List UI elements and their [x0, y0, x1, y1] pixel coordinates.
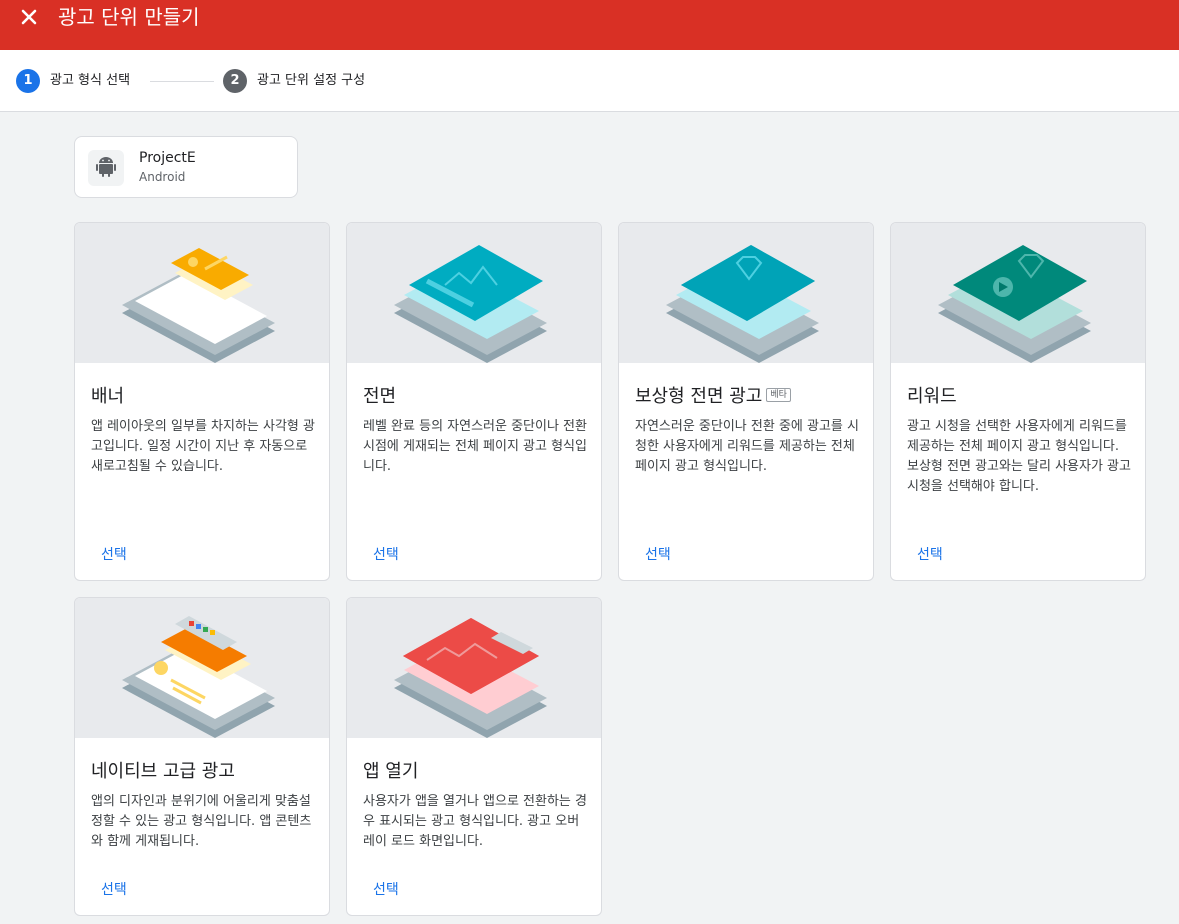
- top-app-bar: 광고 단위 만들기: [0, 0, 1179, 50]
- step-2-label: 광고 단위 설정 구성: [257, 73, 366, 88]
- select-button[interactable]: 선택: [645, 544, 671, 564]
- format-description: 자연스러운 중단이나 전환 중에 광고를 시청한 사용자에게 리워드를 제공하는…: [635, 419, 859, 474]
- app-platform: Android: [139, 170, 186, 184]
- format-title: 리워드: [907, 386, 957, 407]
- step-1-label: 광고 형식 선택: [50, 73, 131, 88]
- app-chip: ProjectE Android: [74, 136, 298, 198]
- native-illustration: [75, 598, 329, 738]
- select-button[interactable]: 선택: [101, 544, 127, 564]
- step-1-number: 1: [16, 69, 40, 93]
- format-title: 배너: [91, 386, 125, 407]
- select-button[interactable]: 선택: [101, 879, 127, 899]
- step-2-number: 2: [223, 69, 247, 93]
- format-card-rewarded[interactable]: 리워드 광고 시청을 선택한 사용자에게 리워드를 제공하는 전체 페이지 광고…: [890, 222, 1146, 581]
- page-title: 광고 단위 만들기: [58, 5, 200, 29]
- format-card-rewarded-interstitial[interactable]: 보상형 전면 광고 베타 자연스러운 중단이나 전환 중에 광고를 시청한 사용자…: [618, 222, 874, 581]
- close-icon[interactable]: [18, 6, 40, 28]
- app-open-illustration: [347, 598, 601, 738]
- format-description: 레벨 완료 등의 자연스러운 중단이나 전환 시점에 게재되는 전체 페이지 광…: [363, 419, 587, 474]
- format-card-native[interactable]: 네이티브 고급 광고 앱의 디자인과 분위기에 어울리게 맞춤설정할 수 있는 …: [74, 597, 330, 916]
- format-card-interstitial[interactable]: 전면 레벨 완료 등의 자연스러운 중단이나 전환 시점에 게재되는 전체 페이…: [346, 222, 602, 581]
- android-icon: [88, 150, 124, 186]
- format-description: 앱의 디자인과 분위기에 어울리게 맞춤설정할 수 있는 광고 형식입니다. 앱…: [91, 794, 312, 849]
- banner-illustration: [75, 223, 329, 363]
- select-button[interactable]: 선택: [917, 544, 943, 564]
- format-description: 광고 시청을 선택한 사용자에게 리워드를 제공하는 전체 페이지 광고 형식입…: [907, 419, 1131, 494]
- stepper: 1 광고 형식 선택 2 광고 단위 설정 구성: [0, 50, 1179, 112]
- rewarded-interstitial-illustration: [619, 223, 873, 363]
- format-card-app-open[interactable]: 앱 열기 사용자가 앱을 열거나 앱으로 전환하는 경우 표시되는 광고 형식입…: [346, 597, 602, 916]
- beta-badge: 베타: [766, 388, 791, 402]
- interstitial-illustration: [347, 223, 601, 363]
- format-title: 앱 열기: [363, 761, 419, 782]
- format-card-banner[interactable]: 배너 앱 레이아웃의 일부를 차지하는 사각형 광고입니다. 일정 시간이 지난…: [74, 222, 330, 581]
- select-button[interactable]: 선택: [373, 544, 399, 564]
- app-name: ProjectE: [139, 150, 196, 166]
- format-description: 사용자가 앱을 열거나 앱으로 전환하는 경우 표시되는 광고 형식입니다. 광…: [363, 794, 587, 849]
- format-title: 보상형 전면 광고 베타: [635, 385, 791, 409]
- format-title: 네이티브 고급 광고: [91, 761, 235, 782]
- rewarded-illustration: [891, 223, 1145, 363]
- format-title: 전면: [363, 386, 397, 407]
- format-description: 앱 레이아웃의 일부를 차지하는 사각형 광고입니다. 일정 시간이 지난 후 …: [91, 419, 315, 474]
- step-connector: [150, 81, 214, 82]
- select-button[interactable]: 선택: [373, 879, 399, 899]
